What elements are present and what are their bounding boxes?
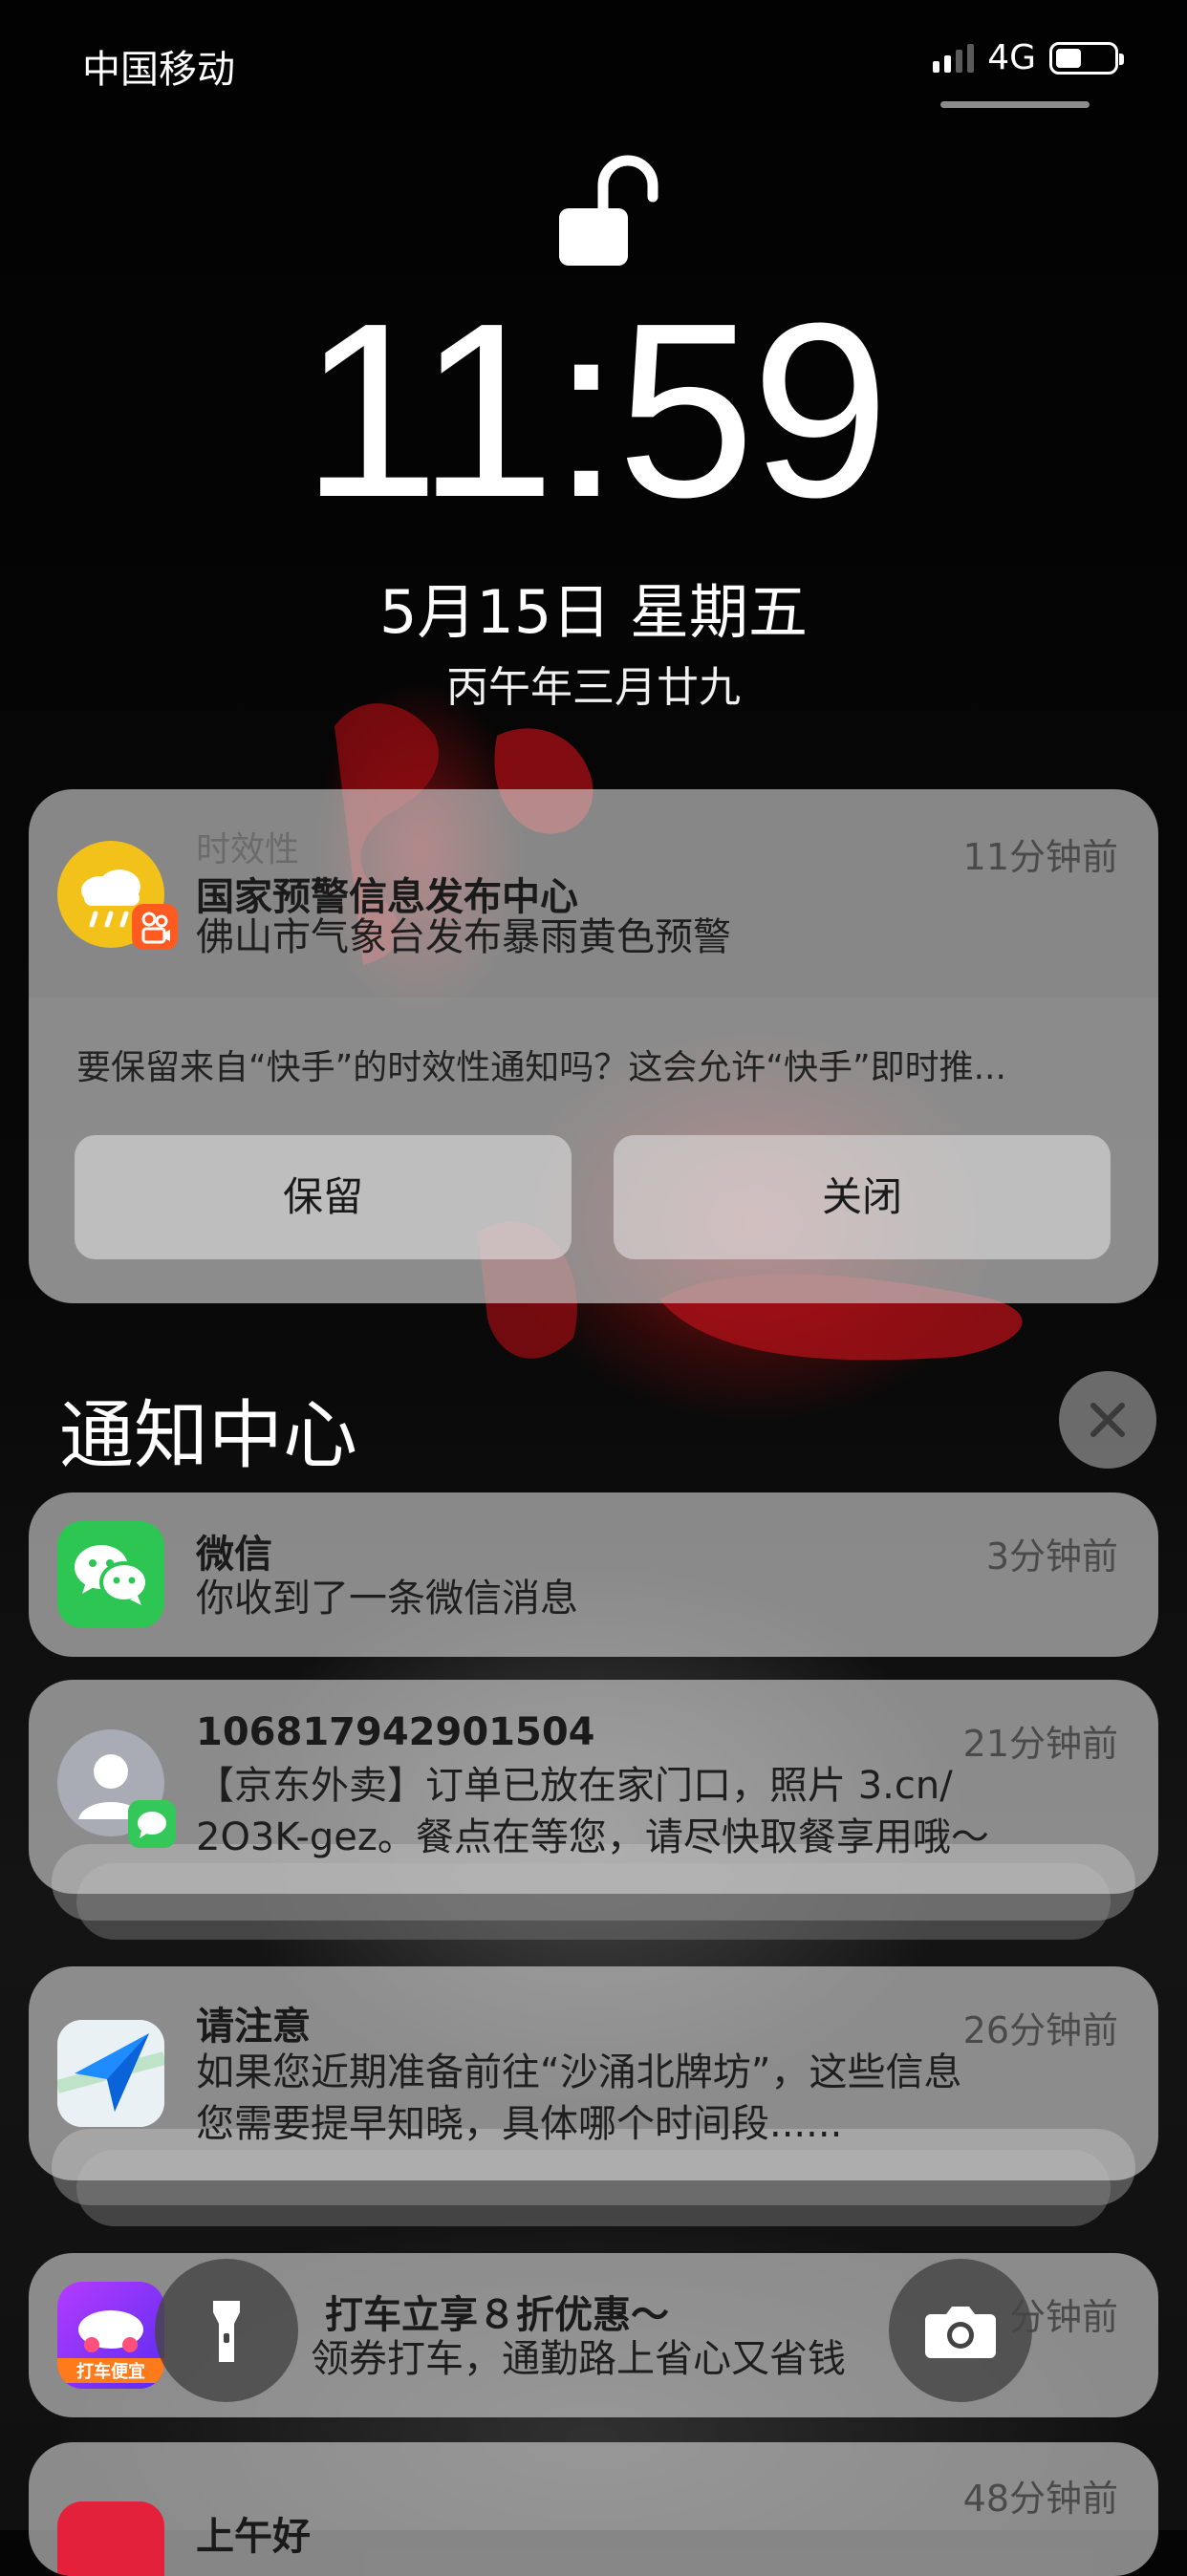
notification-morning[interactable]: 上午好 48分钟前 [29,2442,1158,2576]
notification-body-line-1: 如果您近期准备前往“沙涌北牌坊”，这些信息 [196,2050,962,2094]
notification-time: 26分钟前 [962,2009,1118,2051]
notification-title: 打车立享８折优惠～ [325,2293,669,2337]
notification-body-line-1: 【京东外卖】订单已放在家门口，照片 3.cn/ [196,1764,953,1808]
notification-maps[interactable]: 请注意 26分钟前 如果您近期准备前往“沙涌北牌坊”，这些信息 您需要提早知晓，… [29,1966,1158,2180]
control-center-indicator[interactable] [940,101,1090,108]
unlocked-icon [557,153,664,271]
carrier-label: 中国移动 [82,48,235,92]
maps-icon [57,2020,164,2127]
flashlight-icon [213,2301,240,2362]
notification-body: 领券打车，通勤路上省心又省钱 [311,2337,846,2381]
close-time-sensitive-button[interactable]: 关闭 [614,1135,1111,1259]
notification-wechat[interactable]: 微信 3分钟前 你收到了一条微信消息 [29,1492,1158,1657]
camera-icon [925,2307,996,2358]
messages-icon [128,1800,176,1848]
camera-button[interactable] [889,2259,1032,2402]
lunar-date-label: 丙午年三月廿九 [446,663,741,712]
notification-app-name: 微信 [196,1533,272,1577]
notification-time: 11分钟前 [962,836,1118,878]
signal-icon [933,43,975,73]
clear-notifications-button[interactable] [1059,1371,1156,1469]
notification-title: 上午好 [196,2515,311,2559]
notification-center-title: 通知中心 [59,1393,358,1479]
wechat-icon [57,1521,164,1628]
notification-body: 佛山市气象台发布暴雨黄色预警 [196,915,731,959]
network-label: 4G [987,38,1036,77]
keep-button[interactable]: 保留 [75,1135,572,1259]
time-sensitive-label: 时效性 [196,830,300,869]
app-icon [57,2501,164,2576]
notification-time: 21分钟前 [962,1723,1118,1765]
notification-body-line-2: 2O3K-gez。餐点在等您，请尽快取餐享用哦～ [196,1815,989,1859]
date-label: 5月15日 星期五 [378,577,809,647]
kuaishou-icon [132,904,178,950]
notification-body-line-2: 您需要提早知晓，具体哪个时间段...... [196,2102,843,2146]
battery-icon [1049,41,1124,75]
notification-time: 3分钟前 [985,1535,1118,1578]
notification-time: 48分钟前 [962,2478,1118,2520]
flashlight-button[interactable] [155,2259,298,2402]
status-indicators: 4G [933,38,1124,77]
notification-sender: 106817942901504 [196,1710,595,1754]
notification-sms[interactable]: 106817942901504 21分钟前 【京东外卖】订单已放在家门口，照片 … [29,1680,1158,1894]
notification-body: 你收到了一条微信消息 [196,1577,578,1621]
notification-title: 请注意 [196,2005,311,2049]
close-icon [1090,1403,1125,1437]
ride-app-icon: 打车便宜 [57,2282,164,2389]
time-sensitive-prompt: 要保留来自“快手”的时效性通知吗？这会允许“快手”即时推... [76,1048,1006,1087]
ride-app-icon-label: 打车便宜 [57,2358,164,2383]
clock: 11:59 [301,272,889,549]
